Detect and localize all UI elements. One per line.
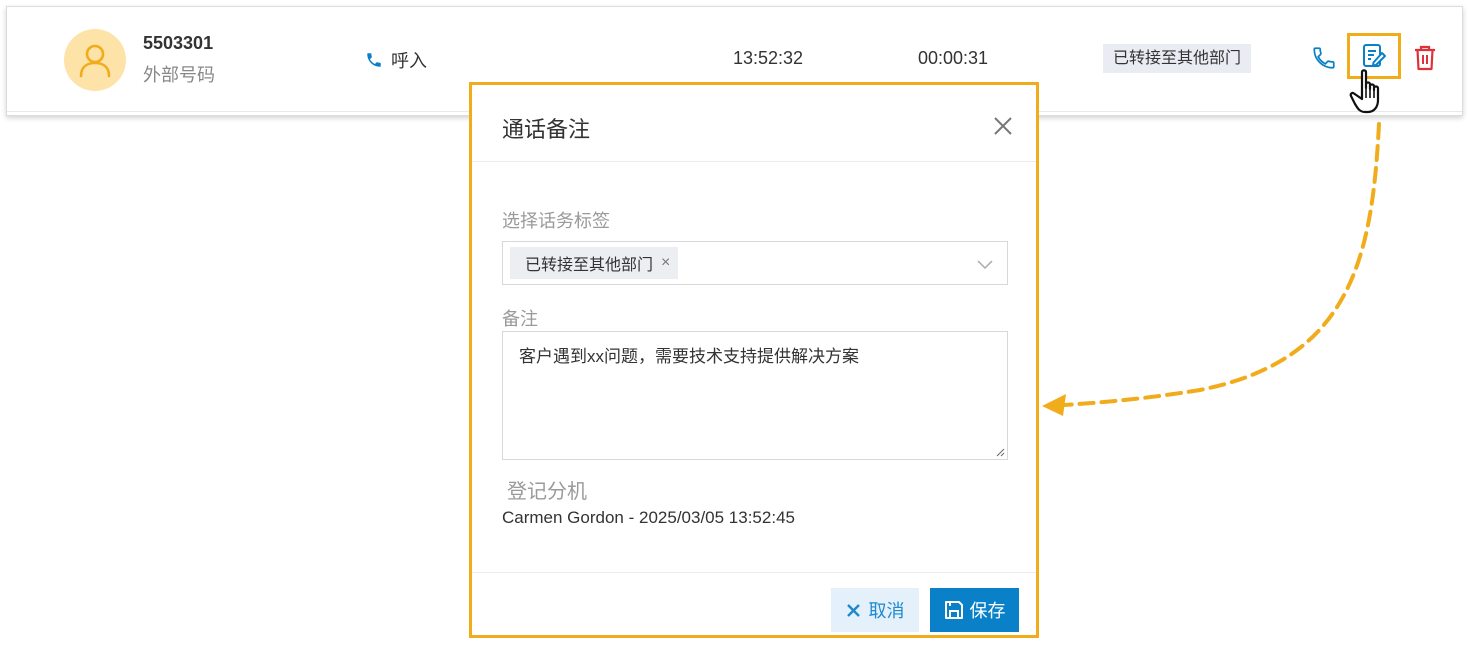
dialog-footer: 取消 保存 (472, 572, 1036, 638)
hand-pointer-icon (1349, 69, 1380, 114)
phone-icon (367, 53, 381, 67)
resize-handle-icon[interactable] (995, 447, 1005, 457)
note-textarea[interactable]: 客户遇到xx问题，需要技术支持提供解决方案 (502, 331, 1008, 460)
call-time: 13:52:32 (733, 48, 804, 68)
selected-tag-chip: 已转接至其他部门 × (510, 247, 679, 279)
chevron-down-icon (977, 260, 993, 270)
remove-tag-icon[interactable]: × (661, 254, 670, 272)
extension-label: 登记分机 (507, 481, 587, 503)
edit-note-icon (1363, 44, 1386, 67)
extension-value: Carmen Gordon - 2025/03/05 13:52:45 (502, 508, 795, 527)
phone-icon (1313, 47, 1335, 69)
caller-number: 5503301 (143, 33, 214, 53)
cancel-button-label: 取消 (868, 601, 905, 621)
call-tag-badge: 已转接至其他部门 (1103, 44, 1252, 73)
close-button[interactable] (990, 113, 1016, 139)
note-text: 客户遇到xx问题，需要技术支持提供解决方案 (519, 347, 859, 366)
x-icon (846, 603, 860, 617)
user-icon (79, 44, 111, 78)
note-label: 备注 (502, 309, 538, 329)
call-duration: 00:00:31 (918, 48, 989, 68)
call-note-dialog: 通话备注 选择话务标签 已转接至其他部门 × 备注 客户遇到xx问题，需要技术支… (469, 82, 1039, 638)
avatar (64, 29, 126, 91)
tags-label: 选择话务标签 (502, 211, 610, 231)
dialog-title: 通话备注 (502, 117, 591, 142)
call-direction: 呼入 (365, 47, 427, 73)
caller-type: 外部号码 (143, 65, 215, 85)
save-button-label: 保存 (969, 601, 1006, 621)
delete-button[interactable] (1413, 45, 1437, 71)
save-icon (944, 601, 963, 619)
save-button[interactable]: 保存 (930, 588, 1019, 632)
selected-tag-label: 已转接至其他部门 (525, 257, 654, 274)
tag-select[interactable]: 已转接至其他部门 × (502, 241, 1008, 285)
close-icon (994, 117, 1012, 135)
cancel-button[interactable]: 取消 (831, 588, 919, 632)
trash-icon (1415, 45, 1435, 71)
call-direction-label: 呼入 (391, 51, 427, 71)
dialog-header: 通话备注 (472, 85, 1036, 162)
call-back-button[interactable] (1311, 45, 1337, 71)
